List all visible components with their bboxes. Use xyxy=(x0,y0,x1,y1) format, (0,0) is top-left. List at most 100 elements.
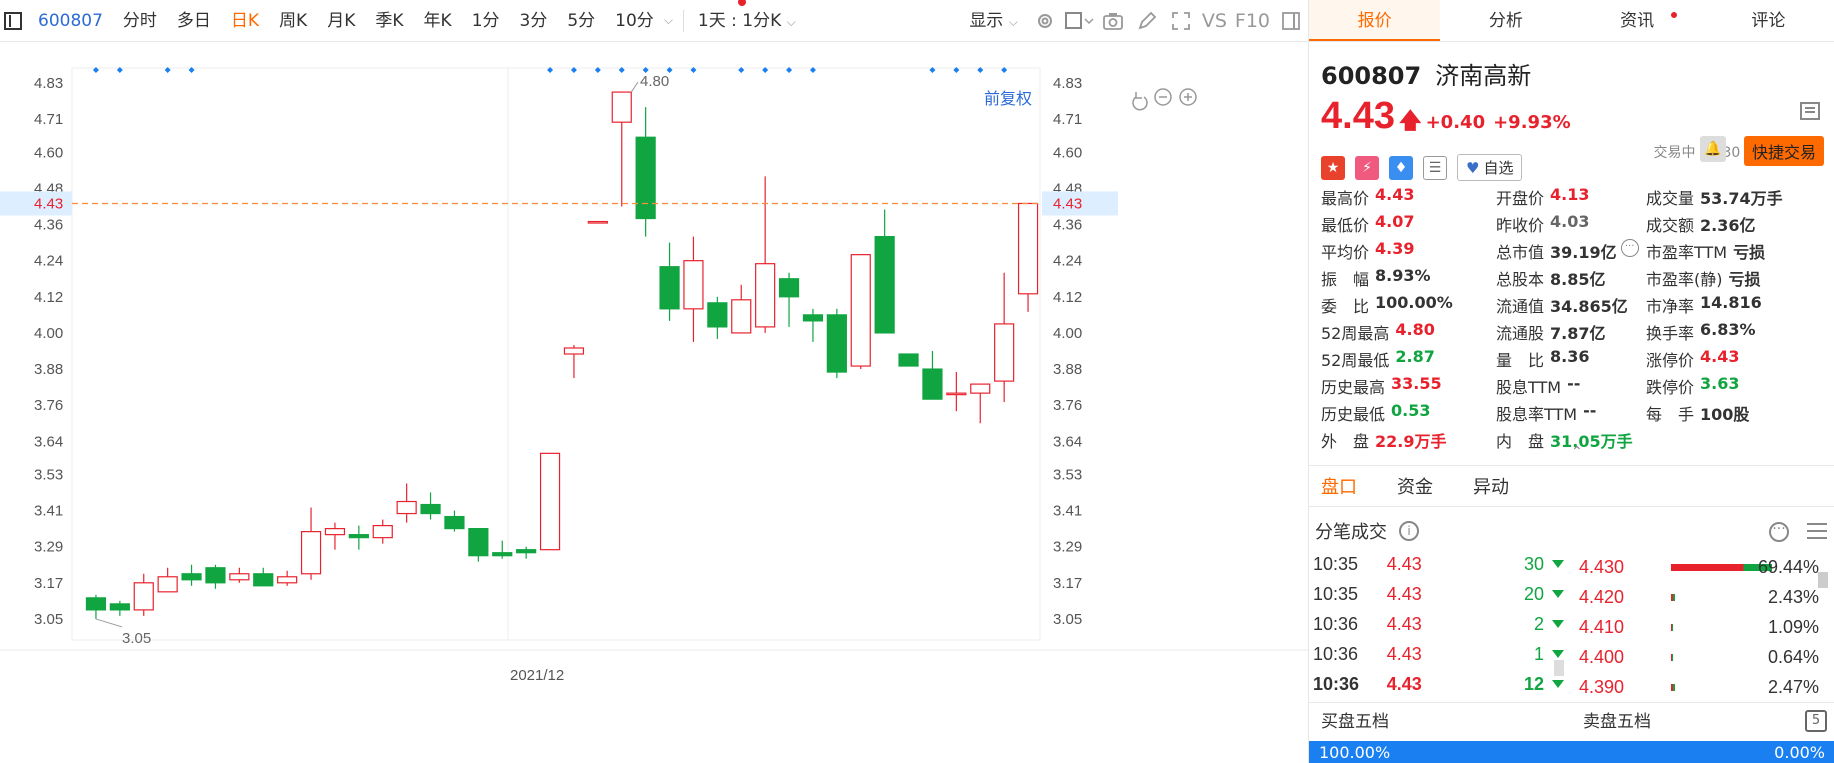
sell-arrow-icon xyxy=(1552,620,1564,628)
distribution-row: 4.430 69.44% xyxy=(1571,552,1819,582)
china-flag-icon[interactable]: ★ xyxy=(1321,155,1345,180)
reset-icon[interactable] xyxy=(1132,92,1148,111)
quote-value: 4.39 xyxy=(1375,238,1415,258)
distribution-bar xyxy=(1671,684,1675,691)
period-multiday[interactable]: 多日 xyxy=(167,0,221,42)
interval-select[interactable]: 1天 : 1分K ⌵ xyxy=(688,0,806,42)
note-icon[interactable]: ☰ xyxy=(1423,155,1447,180)
tab-quote[interactable]: 报价 xyxy=(1309,0,1441,41)
chevron-down-icon[interactable]: ⌵ xyxy=(664,13,673,28)
more-icon[interactable]: ··· xyxy=(1769,522,1789,542)
adjust-mode-button[interactable]: 前复权 xyxy=(984,89,1032,108)
menu-icon[interactable] xyxy=(1800,102,1820,120)
candlestick-chart[interactable]: 4.83 4.834.71 4.714.60 4.604.48 4.484.36 4.36… xyxy=(0,42,1308,763)
candle xyxy=(683,236,704,342)
tab-orderbook[interactable]: 盘口 xyxy=(1321,473,1357,499)
tick-time: 10:35 xyxy=(1313,583,1359,604)
tab-news[interactable]: 资讯 xyxy=(1572,0,1703,41)
quick-trade-button[interactable]: 快捷交易 xyxy=(1743,136,1824,166)
period-daily[interactable]: 日K xyxy=(221,0,269,42)
bell-icon[interactable]: 🔔 xyxy=(1700,136,1726,162)
camera-icon[interactable] xyxy=(1096,0,1130,42)
candle-body xyxy=(229,573,250,581)
sidebar-toggle-icon[interactable] xyxy=(4,11,22,30)
period-10min[interactable]: 10分 xyxy=(605,0,664,42)
quote-value: 0.53 xyxy=(1391,400,1431,420)
collapse-caret-icon[interactable]: ⌃ xyxy=(1571,444,1583,460)
quote-value: 亏损 xyxy=(1728,269,1761,289)
period-weekly[interactable]: 周K xyxy=(269,0,317,42)
gear-icon[interactable] xyxy=(1028,0,1062,42)
candle-body xyxy=(277,576,298,584)
candle xyxy=(587,220,608,224)
stock-code-label[interactable]: 600807 xyxy=(28,0,113,42)
current-price-label-left: 4.43 xyxy=(34,195,63,212)
candle xyxy=(563,344,585,379)
period-1min[interactable]: 1分 xyxy=(462,0,510,42)
quote-value: 3.63 xyxy=(1700,373,1740,393)
tag-icon[interactable]: ♦ xyxy=(1389,155,1413,180)
candle xyxy=(205,564,226,589)
f10-button[interactable]: F10 xyxy=(1231,0,1274,42)
y-tick-label-left: 4.60 xyxy=(34,144,63,161)
side-panel-icon[interactable] xyxy=(1274,0,1308,42)
five-levels-icon[interactable]: 5 xyxy=(1805,710,1827,732)
quote-value: 31.05万手 xyxy=(1550,431,1633,451)
info-icon[interactable]: i xyxy=(1399,521,1419,541)
period-yearly[interactable]: 年K xyxy=(414,0,462,42)
quote-label: 每 手 xyxy=(1646,404,1695,424)
candle-body xyxy=(994,323,1015,382)
more-icon[interactable]: ··· xyxy=(1620,238,1639,257)
quote-label: 昨收价 xyxy=(1496,215,1545,235)
quote-label: 跌停价 xyxy=(1646,377,1695,397)
rectangle-tool-icon[interactable] xyxy=(1062,0,1096,42)
pencil-icon[interactable] xyxy=(1130,0,1164,42)
list-icon[interactable] xyxy=(1807,523,1827,539)
quote-label: 52周最高 xyxy=(1321,323,1390,343)
tab-fund-flow[interactable]: 资金 xyxy=(1397,473,1433,499)
quote-cell: 涨停价 4.43 xyxy=(1646,347,1821,371)
period-intraday[interactable]: 分时 xyxy=(113,0,167,42)
candle xyxy=(898,353,919,367)
add-watchlist-button[interactable]: ♥ 自选 xyxy=(1457,154,1523,181)
y-tick-label-left: 4.24 xyxy=(34,253,63,270)
candle-body xyxy=(731,299,752,334)
fullscreen-icon[interactable] xyxy=(1164,0,1198,42)
stock-header: 600807 济南高新 4.43 🡅 +0.40 +9.93% 交易中 12/3… xyxy=(1309,42,1834,190)
quote-cell: 昨收价 4.03 xyxy=(1496,212,1646,236)
toolbar-divider xyxy=(682,9,684,32)
tick-scrollbar[interactable] xyxy=(1554,660,1564,676)
candle-body xyxy=(1017,202,1039,295)
compare-vs-button[interactable]: VS xyxy=(1198,0,1231,42)
quote-label: 成交量 xyxy=(1646,188,1695,208)
candle xyxy=(970,383,991,424)
tab-movements[interactable]: 异动 xyxy=(1473,473,1509,499)
period-5min[interactable]: 5分 xyxy=(557,0,605,42)
zoom-out-icon[interactable] xyxy=(1154,88,1172,106)
period-monthly[interactable]: 月K xyxy=(317,0,365,42)
tab-analysis[interactable]: 分析 xyxy=(1440,0,1571,41)
heart-icon: ♥ xyxy=(1466,158,1480,177)
y-tick-label-left: 3.76 xyxy=(34,397,63,414)
distribution-row: 4.400 0.64% xyxy=(1571,642,1819,672)
kline-chart-pane: 600807 分时 多日 日K 周K 月K 季K 年K 1分 3分 5分 10分… xyxy=(0,0,1308,763)
display-menu[interactable]: 显示 ⌵ xyxy=(959,0,1028,42)
tick-time: 10:36 xyxy=(1313,673,1360,694)
candle xyxy=(802,308,824,342)
period-low-annotation: 3.05 xyxy=(122,630,151,647)
candle xyxy=(324,522,346,550)
quote-row: 最高价 4.43 开盘价 4.13 成交量 53.74万手 xyxy=(1321,183,1831,210)
quote-value: -- xyxy=(1567,373,1581,393)
candle-body xyxy=(659,266,680,310)
quote-cell: 股息率TTM -- xyxy=(1496,401,1646,425)
tab-comments[interactable]: 评论 xyxy=(1703,0,1834,41)
lightning-icon[interactable]: ⚡ xyxy=(1355,155,1379,180)
period-3min[interactable]: 3分 xyxy=(510,0,558,42)
candle-body xyxy=(587,220,608,224)
period-quarterly[interactable]: 季K xyxy=(365,0,413,42)
distribution-scrollbar[interactable] xyxy=(1818,572,1828,588)
candle xyxy=(731,284,752,334)
zoom-in-icon[interactable] xyxy=(1179,88,1197,106)
buy-ratio: 100.00% xyxy=(1319,742,1391,762)
distribution-pct: 69.44% xyxy=(1757,556,1819,577)
